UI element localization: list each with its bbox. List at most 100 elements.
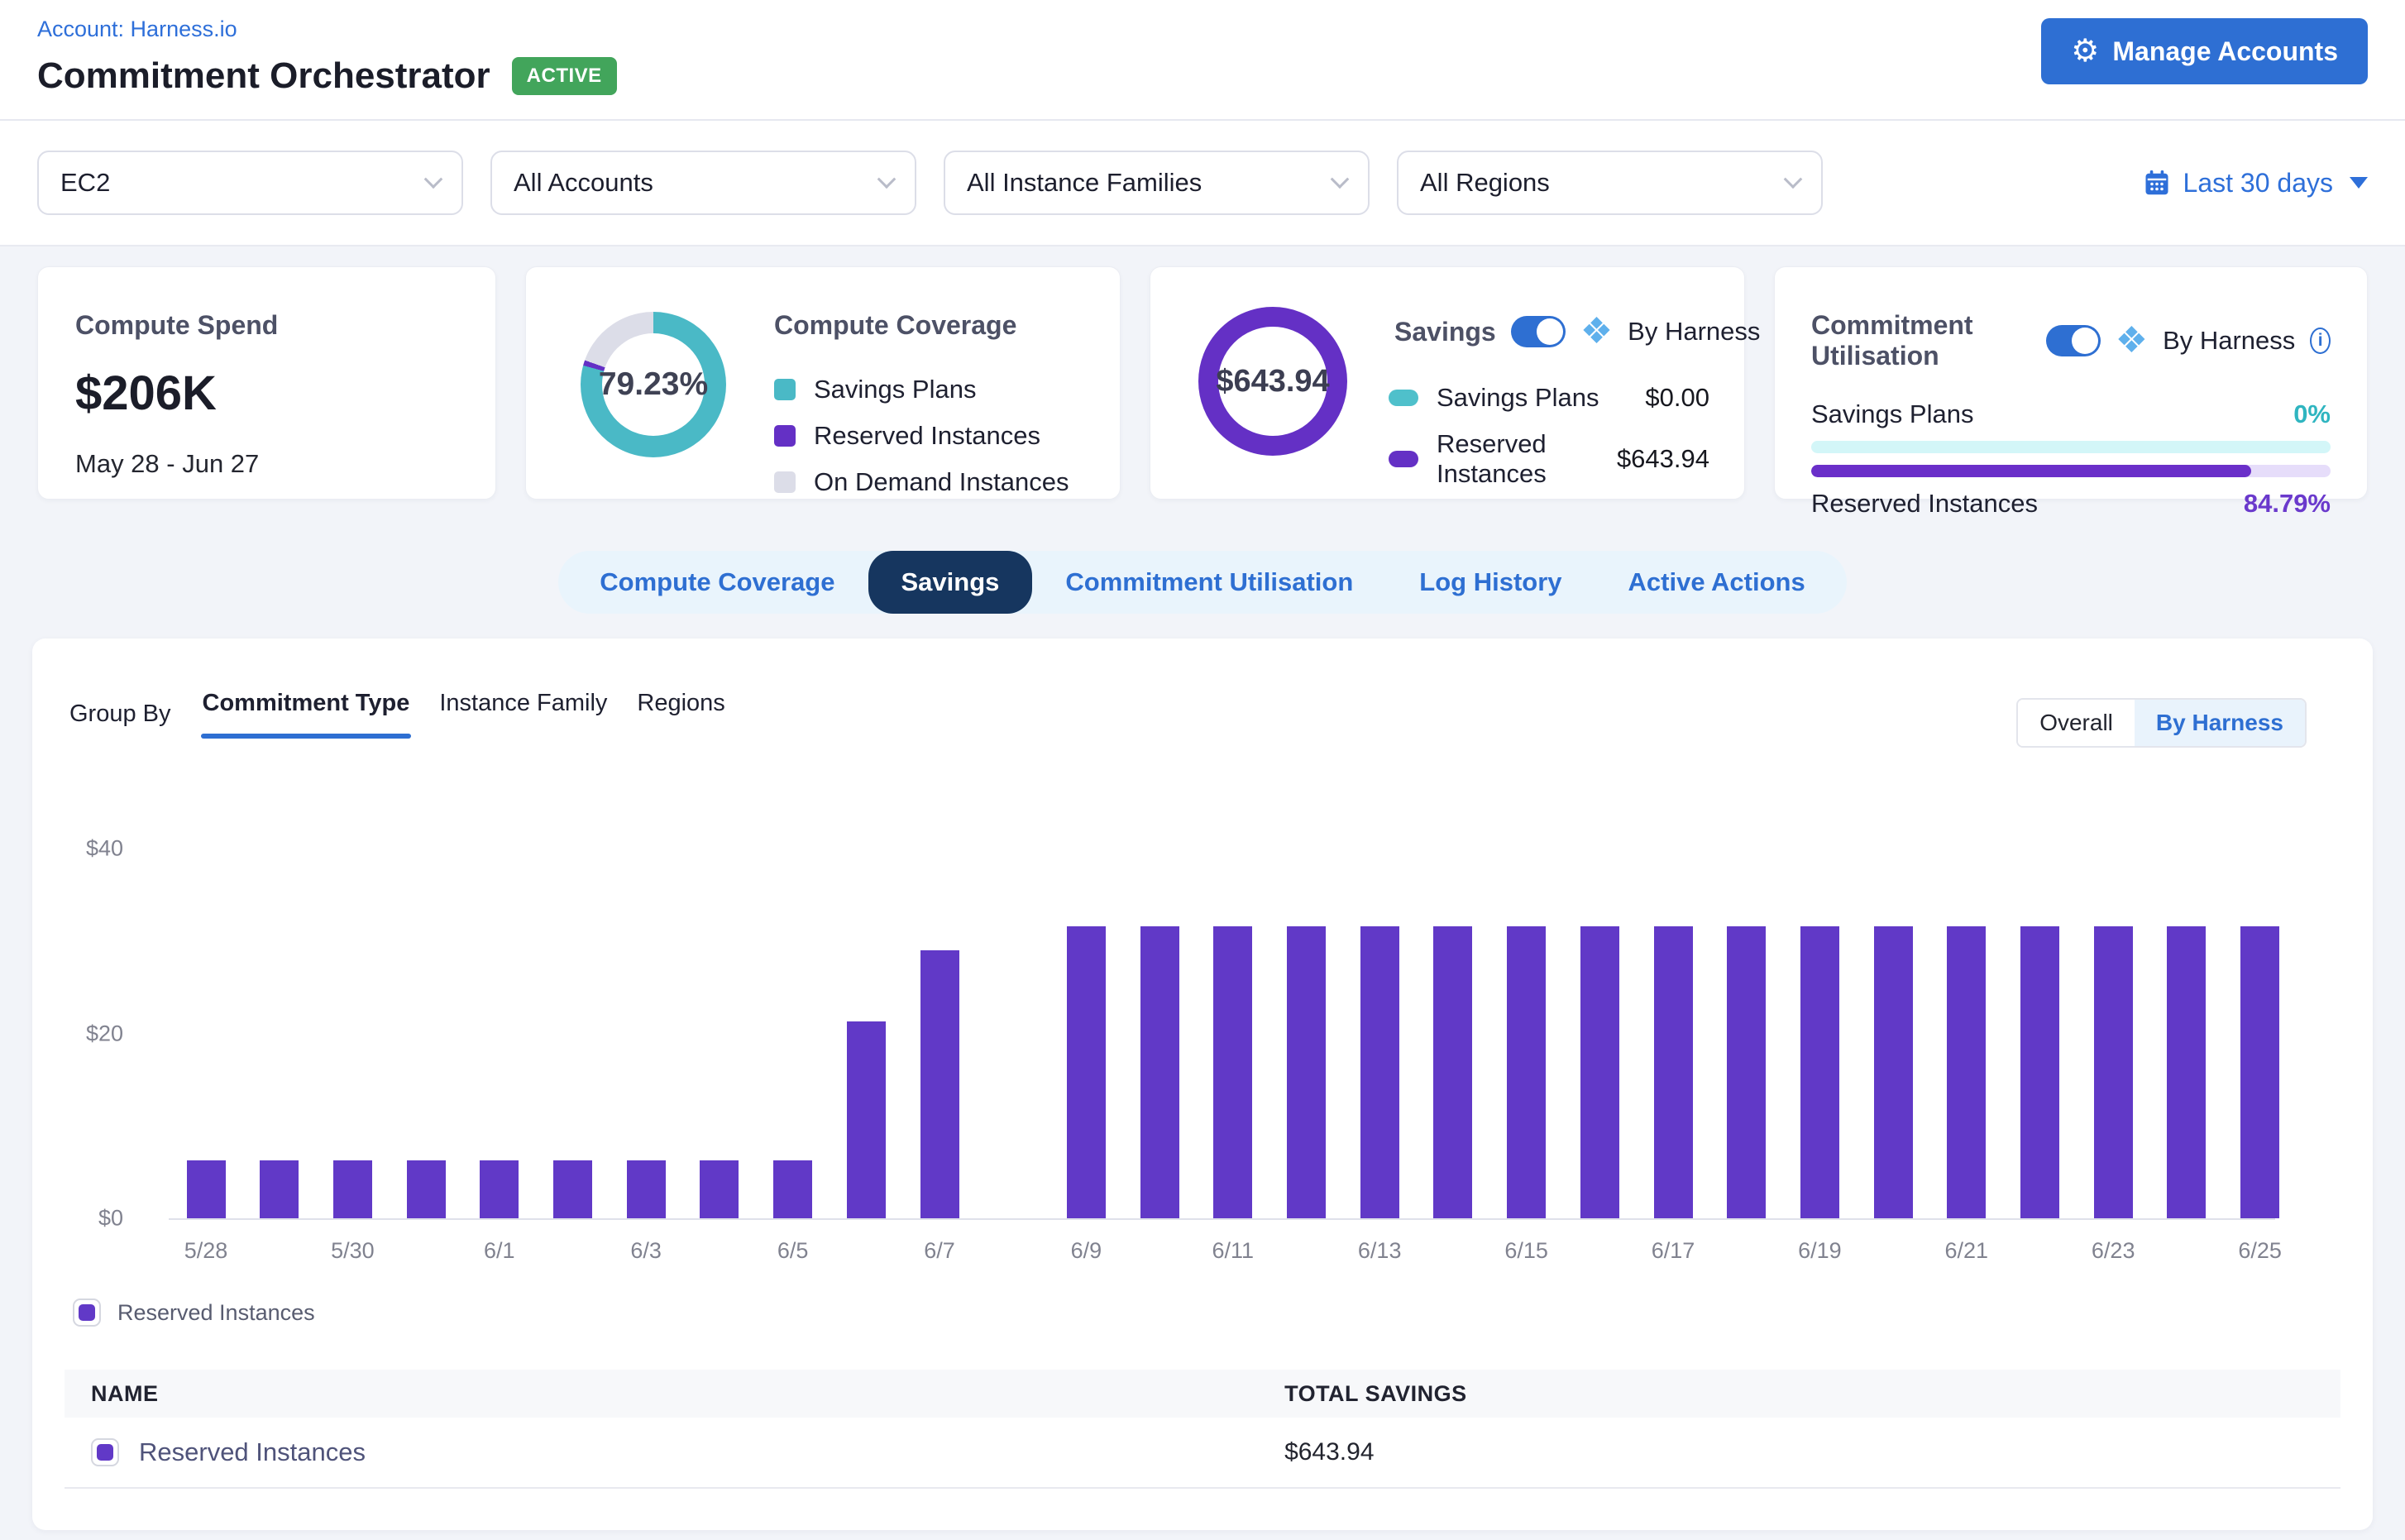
- compute-spend-card: Compute Spend $206K May 28 - Jun 27: [37, 266, 496, 500]
- legend-label: Reserved Instances: [814, 421, 1040, 451]
- legend-item: Reserved Instances: [774, 421, 1069, 451]
- legend-item: On Demand Instances: [774, 467, 1069, 497]
- instance-families-dropdown-value: All Instance Families: [967, 168, 1202, 198]
- regions-dropdown[interactable]: All Regions: [1397, 151, 1823, 215]
- status-badge: ACTIVE: [512, 57, 617, 95]
- accounts-dropdown[interactable]: All Accounts: [490, 151, 916, 215]
- date-range-picker[interactable]: Last 30 days: [2142, 168, 2368, 198]
- chart-bar[interactable]: [1507, 926, 1546, 1218]
- savings-row-reserved-instances: Reserved Instances $643.94: [1389, 429, 1709, 489]
- savings-panel: Group By Commitment Type Instance Family…: [32, 638, 2373, 1530]
- section-tabs: Compute Coverage Savings Commitment Util…: [558, 551, 1846, 614]
- chart-bar[interactable]: [1140, 926, 1179, 1218]
- tab-active-actions[interactable]: Active Actions: [1595, 551, 1838, 614]
- x-axis-label: 6/11: [1188, 1238, 1279, 1264]
- kpi-cards-row: Compute Spend $206K May 28 - Jun 27 79.2…: [0, 246, 2405, 500]
- chart-bar[interactable]: [1580, 926, 1619, 1218]
- chart-bar[interactable]: [700, 1160, 739, 1218]
- tab-commitment-utilisation[interactable]: Commitment Utilisation: [1032, 551, 1386, 614]
- filter-bar: EC2 All Accounts All Instance Families A…: [0, 121, 2405, 246]
- service-dropdown[interactable]: EC2: [37, 151, 463, 215]
- chart-bar[interactable]: [407, 1160, 446, 1218]
- on-demand-swatch: [774, 471, 796, 493]
- savings-plans-pill: [1389, 390, 1418, 406]
- chevron-down-icon: [424, 170, 443, 189]
- by-harness-label: By Harness: [1628, 317, 1760, 347]
- savings-title: Savings: [1394, 317, 1496, 347]
- instance-families-dropdown[interactable]: All Instance Families: [944, 151, 1370, 215]
- table-header-total-savings: TOTAL SAVINGS: [1284, 1381, 2340, 1407]
- x-axis-label: 6/7: [894, 1238, 985, 1264]
- chart-bar[interactable]: [480, 1160, 519, 1218]
- x-axis-label: 6/25: [2215, 1238, 2306, 1264]
- savings-total: $643.94: [1216, 364, 1329, 399]
- coverage-donut-chart: 79.23%: [581, 312, 726, 457]
- chart-bar[interactable]: [553, 1160, 592, 1218]
- chart-bar[interactable]: [1213, 926, 1252, 1218]
- coverage-legend: Savings Plans Reserved Instances On Dema…: [774, 375, 1069, 497]
- account-breadcrumb-link[interactable]: Account: Harness.io: [37, 17, 2368, 42]
- chart-bar[interactable]: [1654, 926, 1693, 1218]
- gear-icon: ⚙: [2071, 36, 2099, 67]
- savings-by-harness-toggle[interactable]: [1511, 316, 1566, 347]
- compute-coverage-title: Compute Coverage: [774, 310, 1016, 341]
- chart-bar[interactable]: [260, 1160, 299, 1218]
- chart-bar[interactable]: [920, 950, 959, 1218]
- row-value: $0.00: [1645, 383, 1709, 413]
- tab-savings[interactable]: Savings: [868, 551, 1033, 614]
- row-checkbox[interactable]: [91, 1438, 119, 1466]
- tab-log-history[interactable]: Log History: [1386, 551, 1595, 614]
- chart-bar[interactable]: [773, 1160, 812, 1218]
- chart-bar[interactable]: [847, 1021, 886, 1218]
- reserved-instances-checkbox[interactable]: [73, 1298, 101, 1327]
- page-header: Account: Harness.io Commitment Orchestra…: [0, 0, 2405, 121]
- chart-bar[interactable]: [1800, 926, 1839, 1218]
- savings-row-savings-plans: Savings Plans $0.00: [1389, 383, 1709, 413]
- date-range-value: Last 30 days: [2183, 168, 2333, 198]
- chart-bar[interactable]: [333, 1160, 372, 1218]
- y-axis-label: $40: [32, 836, 123, 862]
- savings-bar-chart: $0$20$405/285/306/16/36/56/76/96/116/136…: [32, 638, 2373, 1267]
- chart-bar[interactable]: [2167, 926, 2206, 1218]
- compute-coverage-card: 79.23% Compute Coverage Savings Plans Re…: [525, 266, 1121, 500]
- reserved-instances-swatch: [774, 425, 796, 447]
- utilisation-by-harness-toggle[interactable]: [2046, 325, 2101, 356]
- tab-compute-coverage[interactable]: Compute Coverage: [567, 551, 868, 614]
- chart-bar[interactable]: [2240, 926, 2279, 1218]
- x-axis-label: 6/9: [1040, 1238, 1131, 1264]
- chart-bar[interactable]: [187, 1160, 226, 1218]
- harness-logo-icon: ❖: [2116, 323, 2148, 359]
- chart-bar[interactable]: [2094, 926, 2133, 1218]
- accounts-dropdown-value: All Accounts: [514, 168, 653, 198]
- chart-bar[interactable]: [1874, 926, 1913, 1218]
- harness-logo-icon: ❖: [1580, 313, 1613, 350]
- chart-bar[interactable]: [2020, 926, 2059, 1218]
- manage-accounts-button[interactable]: ⚙ Manage Accounts: [2041, 18, 2368, 84]
- chart-bar[interactable]: [1360, 926, 1399, 1218]
- chart-bar[interactable]: [1067, 926, 1106, 1218]
- chart-bar[interactable]: [1287, 926, 1326, 1218]
- chart-bar[interactable]: [1433, 926, 1472, 1218]
- x-axis-label: 6/1: [454, 1238, 545, 1264]
- x-axis-label: 6/5: [748, 1238, 839, 1264]
- table-header-name: NAME: [65, 1381, 1284, 1407]
- row-value: $643.94: [1617, 444, 1709, 474]
- table-row[interactable]: Reserved Instances $643.94: [65, 1418, 2340, 1489]
- reserved-instances-progress-bar: [1811, 465, 2331, 477]
- savings-donut-chart: $643.94: [1198, 307, 1347, 456]
- chart-legend: Reserved Instances: [73, 1298, 315, 1327]
- savings-plans-progress-bar: [1811, 441, 2331, 453]
- chevron-down-icon: [877, 170, 896, 189]
- chart-bar[interactable]: [1727, 926, 1766, 1218]
- row-name: Reserved Instances: [139, 1437, 366, 1467]
- page-title: Commitment Orchestrator: [37, 55, 490, 97]
- chart-bar[interactable]: [1947, 926, 1986, 1218]
- x-axis-label: 6/3: [600, 1238, 691, 1264]
- chart-bar[interactable]: [627, 1160, 666, 1218]
- utilisation-row-label: Savings Plans: [1811, 399, 1973, 429]
- info-icon[interactable]: i: [2310, 328, 2331, 354]
- utilisation-row-value: 84.79%: [2244, 489, 2331, 519]
- chart-legend-label: Reserved Instances: [117, 1300, 315, 1326]
- calendar-icon: [2142, 168, 2172, 198]
- legend-item: Savings Plans: [774, 375, 1069, 404]
